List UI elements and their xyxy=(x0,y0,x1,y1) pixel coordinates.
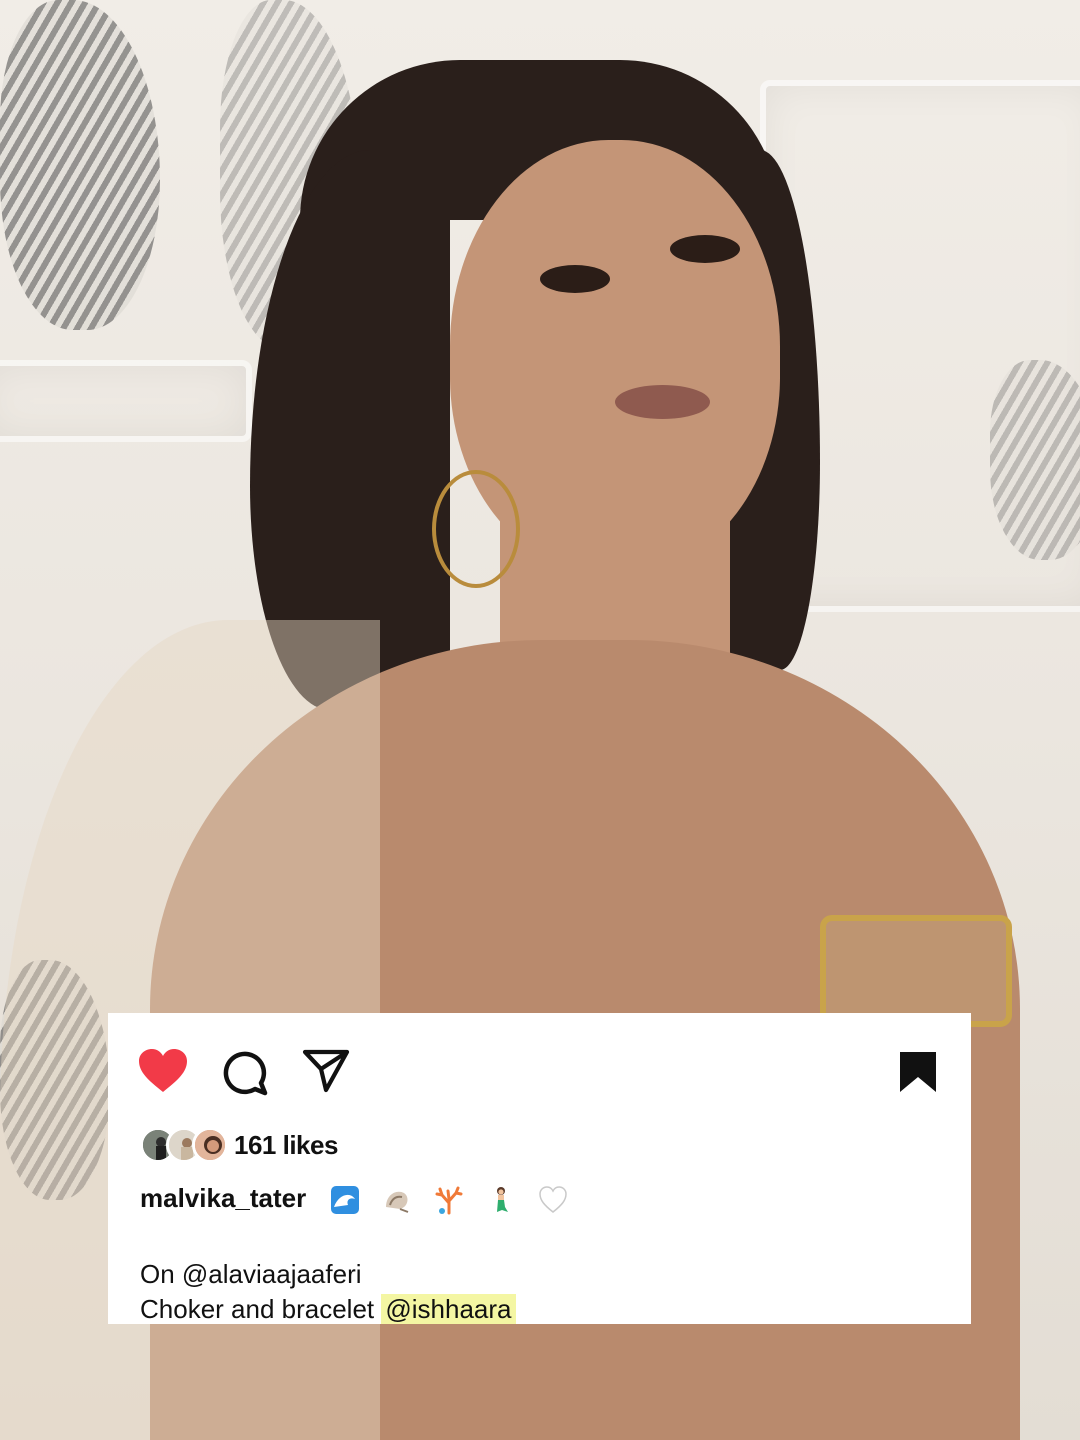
coral-icon xyxy=(435,1186,463,1215)
shell-icon xyxy=(386,1191,409,1213)
avatar[interactable] xyxy=(192,1127,228,1163)
heart-icon[interactable] xyxy=(138,1048,188,1094)
likes-count[interactable]: 161 likes xyxy=(234,1130,338,1161)
likes-row: 161 likes xyxy=(140,1123,338,1167)
action-bar xyxy=(138,1048,948,1098)
mermaid-icon xyxy=(497,1187,508,1212)
caption-line: On @alaviaajaaferi xyxy=(140,1259,362,1289)
username[interactable]: malvika_tater xyxy=(140,1183,306,1214)
caption-emojis xyxy=(330,1185,568,1215)
caption-line: Choker and bracelet @ishhaara xyxy=(140,1294,516,1325)
bookmark-icon[interactable] xyxy=(898,1050,938,1094)
post-card: 161 likes malvika_tater On @alaviaajaafe… xyxy=(108,1013,971,1324)
send-icon[interactable] xyxy=(302,1048,350,1094)
caption-text: Choker and bracelet xyxy=(140,1294,382,1324)
wave-icon xyxy=(331,1186,359,1214)
white-heart-icon xyxy=(539,1186,567,1213)
comment-icon[interactable] xyxy=(222,1050,268,1096)
mention-link[interactable]: @ishhaara xyxy=(381,1294,516,1324)
